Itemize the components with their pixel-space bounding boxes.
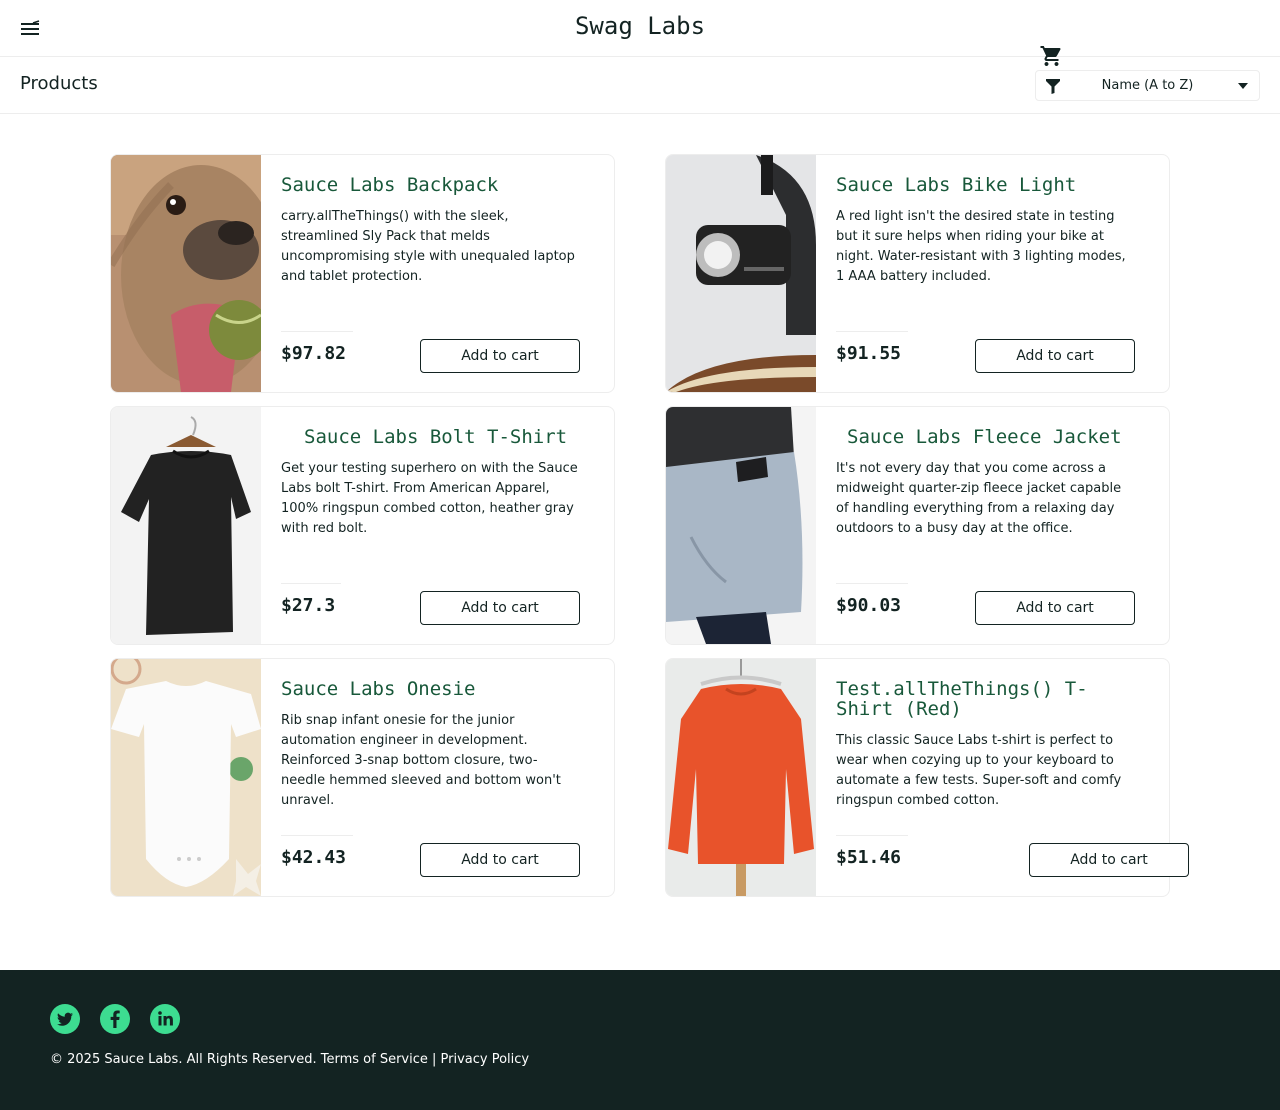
product-price: $91.55 [836,343,902,364]
inventory-list: Sauce Labs Backpack carry.allTheThings()… [110,154,1189,897]
price-divider [836,583,908,584]
price-divider [836,331,908,332]
product-description: This classic Sauce Labs t-shirt is perfe… [836,733,1122,808]
inventory-item: Sauce Labs Backpack carry.allTheThings()… [110,154,615,393]
price-divider [836,835,908,836]
product-name[interactable]: Sauce Labs Bolt T-Shirt [304,427,604,447]
product-name[interactable]: Sauce Labs Bike Light [836,175,1136,195]
inventory-item: Sauce Labs Bolt T-Shirt Get your testing… [110,406,615,645]
add-to-cart-button[interactable]: Add to cart [1029,843,1189,877]
price-divider [281,583,341,584]
product-image-bolt-t-shirt[interactable] [111,407,261,644]
add-to-cart-button[interactable]: Add to cart [420,591,580,625]
product-price: $51.46 [836,847,902,868]
sort-selected-value: Name (A to Z) [1101,78,1194,93]
product-name[interactable]: Sauce Labs Onesie [281,679,581,699]
inventory-item: Sauce Labs Fleece Jacket It's not every … [665,406,1170,645]
inventory-item: Test.allTheThings() T-Shirt (Red) This c… [665,658,1189,897]
add-to-cart-button[interactable]: Add to cart [975,591,1135,625]
secondary-header: Products Name (A to Z) [0,57,1280,114]
red-sweatshirt-image [666,659,816,896]
primary-header: Swag Labs [0,0,1280,66]
pug-image [111,155,261,392]
add-to-cart-button[interactable]: Add to cart [975,339,1135,373]
footer: © 2025 Sauce Labs. All Rights Reserved. … [0,970,1280,1110]
app-logo: Swag Labs [574,12,706,40]
product-image-backpack[interactable] [111,155,261,392]
product-image-bike-light[interactable] [666,155,816,392]
product-description: Get your testing superhero on with the S… [281,461,578,536]
chevron-down-icon [1238,83,1248,89]
product-name[interactable]: Sauce Labs Fleece Jacket [847,427,1147,447]
white-onesie-image [111,659,261,896]
product-description: Rib snap infant onesie for the junior au… [281,713,561,808]
inventory-item: Sauce Labs Onesie Rib snap infant onesie… [110,658,615,897]
product-name[interactable]: Test.allTheThings() T-Shirt (Red) [836,679,1136,719]
add-to-cart-button[interactable]: Add to cart [420,339,580,373]
product-price: $90.03 [836,595,902,616]
product-description: carry.allTheThings() with the sleek, str… [281,209,575,284]
page-title: Products [20,73,98,94]
product-image-red-t-shirt[interactable] [666,659,816,896]
fleece-jacket-image [666,407,816,644]
black-t-shirt-image [111,407,261,644]
facebook-icon[interactable] [100,1004,130,1034]
product-price: $42.43 [281,847,347,868]
hamburger-menu-icon[interactable] [20,20,40,38]
add-to-cart-button[interactable]: Add to cart [420,843,580,877]
price-divider [281,331,353,332]
product-price: $97.82 [281,343,347,364]
linkedin-icon[interactable] [150,1004,180,1034]
product-name[interactable]: Sauce Labs Backpack [281,175,581,195]
product-image-onesie[interactable] [111,659,261,896]
product-description: It's not every day that you come across … [836,461,1122,536]
copyright-text: © 2025 Sauce Labs. All Rights Reserved. … [50,1052,530,1067]
price-divider [281,835,353,836]
twitter-icon[interactable] [50,1004,80,1034]
product-description: A red light isn't the desired state in t… [836,209,1126,284]
product-image-fleece-jacket[interactable] [666,407,816,644]
filter-icon [1046,79,1060,94]
bike-light-image [666,155,816,392]
sort-select[interactable]: Name (A to Z) [1035,70,1260,101]
product-price: $27.3 [281,595,336,616]
inventory-item: Sauce Labs Bike Light A red light isn't … [665,154,1170,393]
